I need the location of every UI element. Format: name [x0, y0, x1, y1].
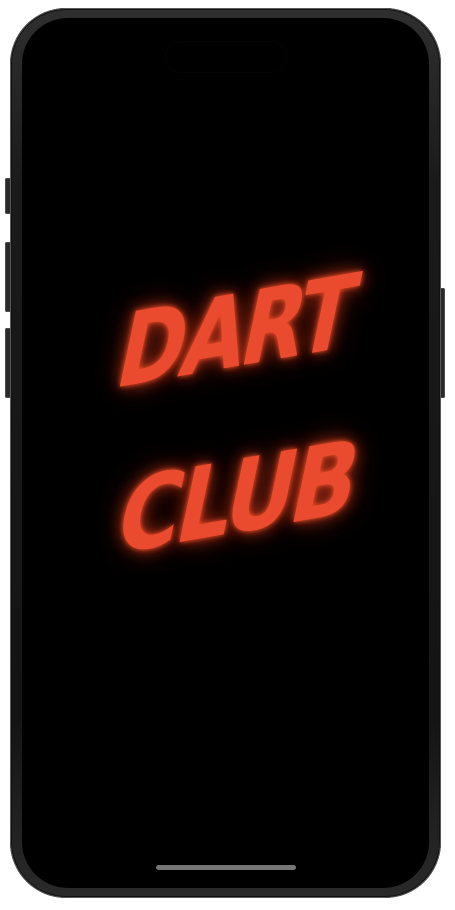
logo-line-club: CLUB — [107, 415, 368, 579]
app-logo: DART CLUB — [107, 250, 370, 616]
phone-frame: DART CLUB — [10, 8, 441, 898]
page: DART CLUB — [0, 0, 455, 910]
logo-line-dart: DART — [107, 250, 365, 413]
dynamic-island — [165, 42, 286, 72]
phone-screen: DART CLUB — [22, 18, 429, 888]
home-indicator[interactable] — [155, 865, 296, 870]
